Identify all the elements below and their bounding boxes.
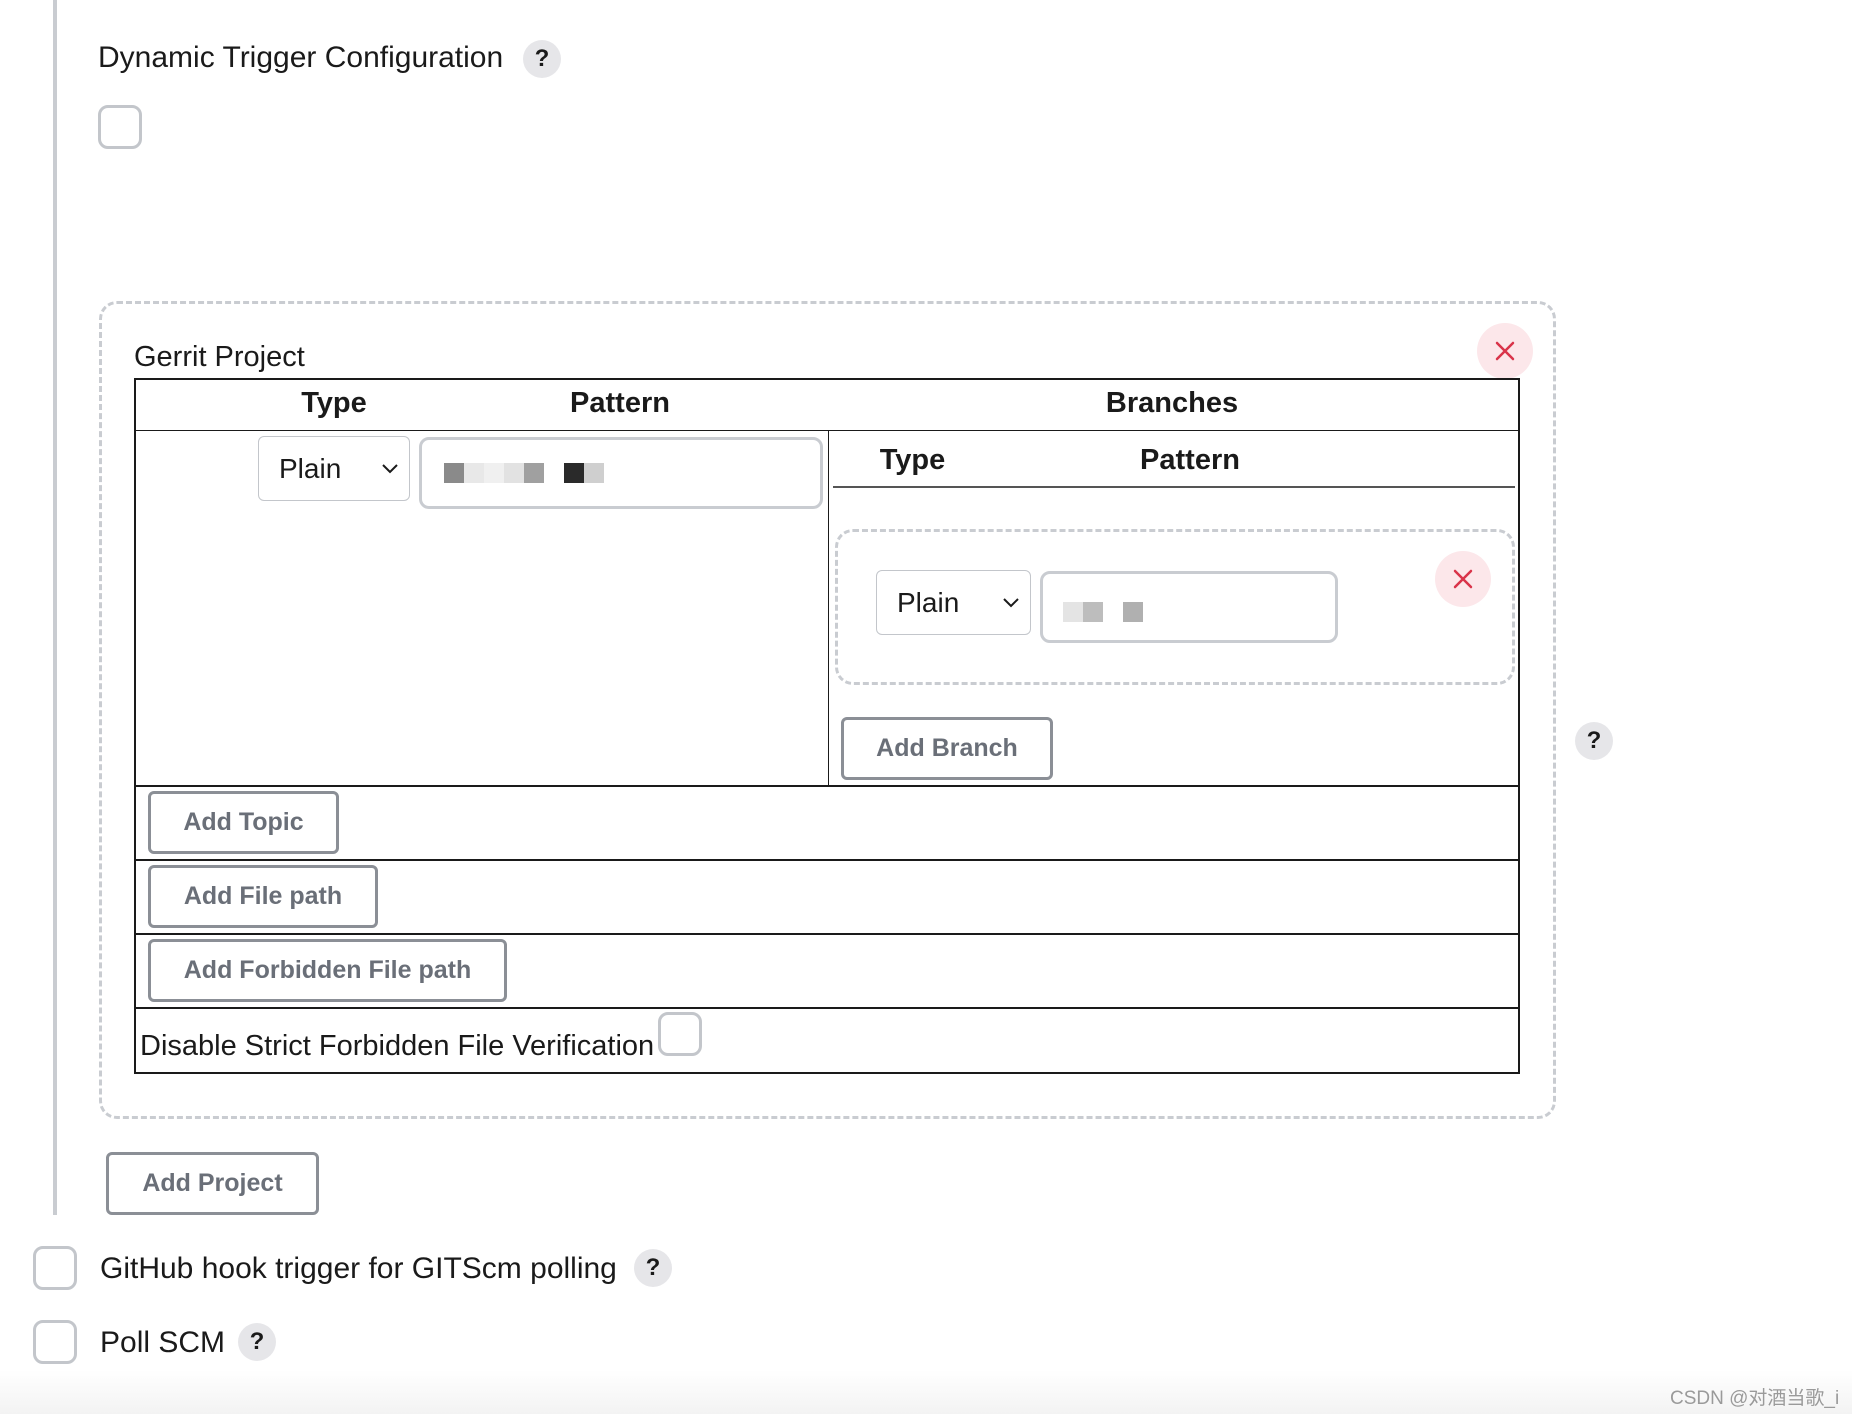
table-row-divider xyxy=(134,1007,1520,1009)
branch-header-type: Type xyxy=(879,444,946,476)
add-topic-button[interactable]: Add Topic xyxy=(148,791,339,854)
gerrit-project-title: Gerrit Project xyxy=(134,341,305,373)
table-row-divider xyxy=(134,859,1520,861)
branch-header-divider xyxy=(833,486,1515,488)
table-column-divider xyxy=(828,430,829,785)
column-header-type: Type xyxy=(301,387,367,419)
redacted-pixel xyxy=(524,463,544,483)
add-project-button[interactable]: Add Project xyxy=(106,1152,319,1215)
disable-strict-checkbox[interactable] xyxy=(658,1012,702,1056)
delete-project-button[interactable] xyxy=(1477,323,1533,379)
table-border-bottom xyxy=(134,1072,1520,1074)
redacted-pixel xyxy=(1063,602,1083,622)
table-border-left xyxy=(134,378,136,1074)
chevron-down-icon xyxy=(1003,597,1019,607)
redacted-pixel xyxy=(564,463,584,483)
delete-branch-button[interactable] xyxy=(1435,551,1491,607)
branch-header-pattern: Pattern xyxy=(1140,444,1240,476)
poll-scm-label: Poll SCM xyxy=(100,1326,226,1359)
dynamic-trigger-checkbox[interactable] xyxy=(98,105,142,149)
column-header-pattern: Pattern xyxy=(570,387,670,419)
table-row-divider xyxy=(134,785,1520,787)
table-row-divider xyxy=(134,933,1520,935)
redacted-pixel xyxy=(1083,602,1103,622)
poll-scm-checkbox[interactable] xyxy=(33,1320,77,1364)
watermark: CSDN @对酒当歌_i xyxy=(1670,1388,1840,1409)
chevron-down-icon xyxy=(382,463,398,473)
project-type-select[interactable]: Plain xyxy=(258,436,410,501)
redacted-pixel xyxy=(584,463,604,483)
add-branch-button[interactable]: Add Branch xyxy=(841,717,1053,780)
dynamic-trigger-title: Dynamic Trigger Configuration xyxy=(98,41,504,74)
disable-strict-label: Disable Strict Forbidden File Verificati… xyxy=(140,1030,655,1062)
bottom-fade xyxy=(0,1370,1852,1414)
section-guide-line xyxy=(53,0,57,1215)
table-border-right xyxy=(1518,378,1520,1074)
redacted-pixel xyxy=(444,463,464,483)
github-hook-checkbox[interactable] xyxy=(33,1246,77,1290)
project-pattern-input[interactable] xyxy=(419,437,823,509)
github-hook-help-icon[interactable]: ? xyxy=(634,1249,672,1287)
gerrit-project-help-icon[interactable]: ? xyxy=(1575,722,1613,760)
add-forbidden-file-path-button[interactable]: Add Forbidden File path xyxy=(148,939,507,1002)
branch-type-value: Plain xyxy=(897,586,960,618)
poll-scm-help-icon[interactable]: ? xyxy=(238,1323,276,1361)
column-header-branches: Branches xyxy=(1105,387,1239,419)
redacted-pixel xyxy=(484,463,504,483)
close-icon xyxy=(1453,569,1473,589)
add-file-path-button[interactable]: Add File path xyxy=(148,865,378,928)
close-icon xyxy=(1495,341,1515,361)
redacted-pixel xyxy=(504,463,524,483)
table-header-divider xyxy=(134,430,1520,431)
branch-type-select[interactable]: Plain xyxy=(876,570,1031,635)
branch-pattern-input[interactable] xyxy=(1040,571,1338,643)
github-hook-label: GitHub hook trigger for GITScm polling xyxy=(100,1252,617,1285)
project-type-value: Plain xyxy=(279,452,342,484)
redacted-pixel xyxy=(464,463,484,483)
table-border-top xyxy=(134,378,1520,380)
redacted-pixel xyxy=(1123,602,1143,622)
dynamic-trigger-help-icon[interactable]: ? xyxy=(523,40,561,78)
